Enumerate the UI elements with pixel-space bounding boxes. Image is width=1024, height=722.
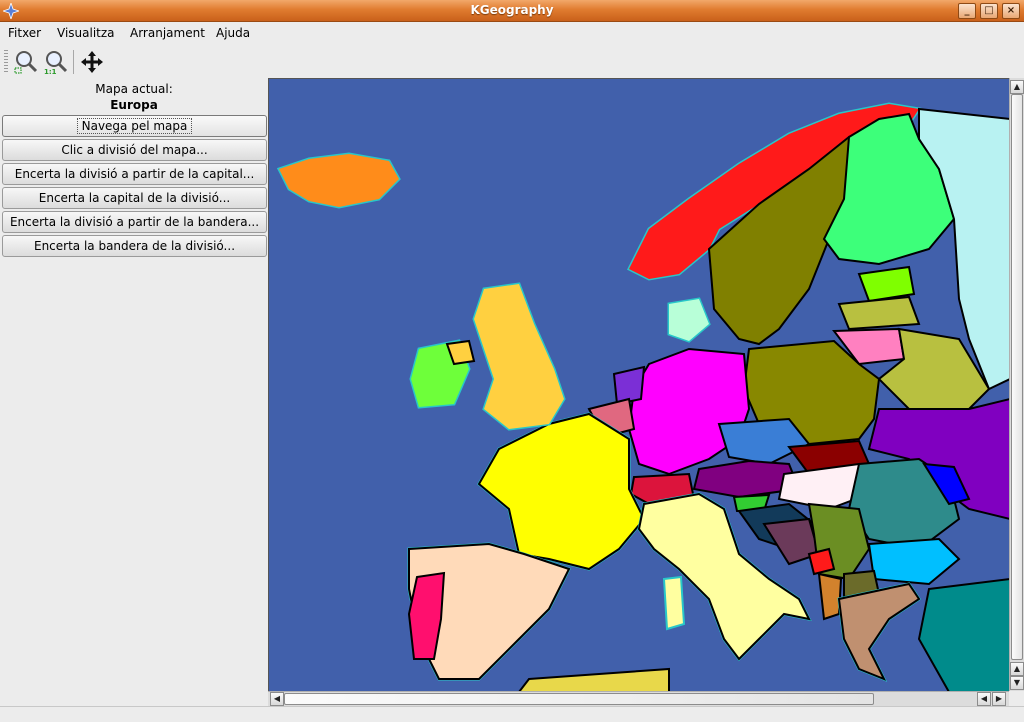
map-north-africa <box>518 667 670 691</box>
scroll-up-button-2[interactable]: ▲ <box>1010 662 1024 676</box>
minimize-icon: _ <box>964 5 970 16</box>
status-bar <box>0 706 1024 722</box>
move-icon <box>81 51 103 73</box>
arrow-up-icon: ▲ <box>1013 82 1021 91</box>
map-albania <box>817 572 843 621</box>
arrow-down-icon: ▼ <box>1013 678 1021 687</box>
guess-flag-button[interactable]: Encerta la bandera de la divisió... <box>2 235 267 257</box>
vertical-scrollbar[interactable]: ▲ ▲ ▼ <box>1009 78 1024 691</box>
map-bulgaria <box>867 537 961 586</box>
zoom-fit-icon <box>14 51 38 74</box>
zoom-original-button[interactable]: 1:1 <box>42 49 70 76</box>
arrow-left-icon: ◀ <box>273 694 281 703</box>
arrow-right-icon: ▶ <box>995 694 1003 703</box>
map-montenegro <box>807 547 836 576</box>
map-turkey <box>917 578 1009 691</box>
arrow-left-icon: ◀ <box>980 694 988 703</box>
map-greece <box>837 582 921 681</box>
maximize-button[interactable]: □ <box>980 3 998 19</box>
move-button[interactable] <box>78 49 106 75</box>
map-view[interactable] <box>268 78 1009 691</box>
title-bar[interactable]: KGeography _ □ × <box>0 0 1024 22</box>
scrollbar-corner <box>1009 691 1024 706</box>
minimize-button[interactable]: _ <box>958 3 976 19</box>
scroll-right-button[interactable]: ▶ <box>992 692 1006 706</box>
horizontal-scrollbar[interactable]: ◀ ◀ ▶ <box>268 691 1009 706</box>
current-map-label: Mapa actual: <box>95 82 173 96</box>
current-map-name: Europa <box>110 98 158 112</box>
click-division-button[interactable]: Clic a divisió del mapa... <box>2 139 267 161</box>
guess-division-from-capital-button[interactable]: Encerta la divisió a partir de la capita… <box>2 163 267 185</box>
arrow-up-icon: ▲ <box>1013 664 1021 673</box>
toolbar: 1:1 <box>0 44 1024 78</box>
zoom-fit-button[interactable] <box>12 49 40 75</box>
map-uk <box>474 284 564 429</box>
menu-bar: Fitxer Visualitza Arranjament Ajuda <box>0 22 1024 44</box>
guess-division-from-flag-button[interactable]: Encerta la divisió a partir de la bander… <box>2 211 267 233</box>
map-estonia <box>857 265 916 303</box>
menu-ajuda[interactable]: Ajuda <box>216 26 250 40</box>
browse-map-label: Navega pel mapa <box>76 118 193 134</box>
scroll-left-button[interactable]: ◀ <box>270 692 284 706</box>
close-icon: × <box>1006 5 1016 16</box>
maximize-icon: □ <box>984 5 994 16</box>
browse-map-button[interactable]: Navega pel mapa <box>2 115 267 137</box>
scroll-left-button-2[interactable]: ◀ <box>977 692 991 706</box>
scroll-down-button[interactable]: ▼ <box>1010 676 1024 690</box>
close-button[interactable]: × <box>1002 3 1020 19</box>
map-latvia <box>837 295 921 331</box>
europe-map[interactable] <box>269 79 1009 691</box>
vertical-scroll-thumb[interactable] <box>1011 94 1023 660</box>
map-sardinia <box>662 575 686 631</box>
guess-capital-button[interactable]: Encerta la capital de la divisió... <box>2 187 267 209</box>
menu-visualitza[interactable]: Visualitza <box>57 26 115 40</box>
horizontal-scroll-thumb[interactable] <box>284 693 874 705</box>
menu-fitxer[interactable]: Fitxer <box>8 26 41 40</box>
scroll-up-button[interactable]: ▲ <box>1010 80 1024 94</box>
side-panel: Mapa actual: Europa Navega pel mapa Clic… <box>0 78 268 708</box>
zoom-original-icon: 1:1 <box>44 51 68 76</box>
toolbar-grip[interactable] <box>4 50 8 74</box>
toolbar-separator <box>73 50 74 74</box>
svg-text:1:1: 1:1 <box>44 68 57 75</box>
map-france <box>477 412 646 571</box>
window-title: KGeography <box>470 3 554 17</box>
menu-arranjament[interactable]: Arranjament <box>130 26 205 40</box>
